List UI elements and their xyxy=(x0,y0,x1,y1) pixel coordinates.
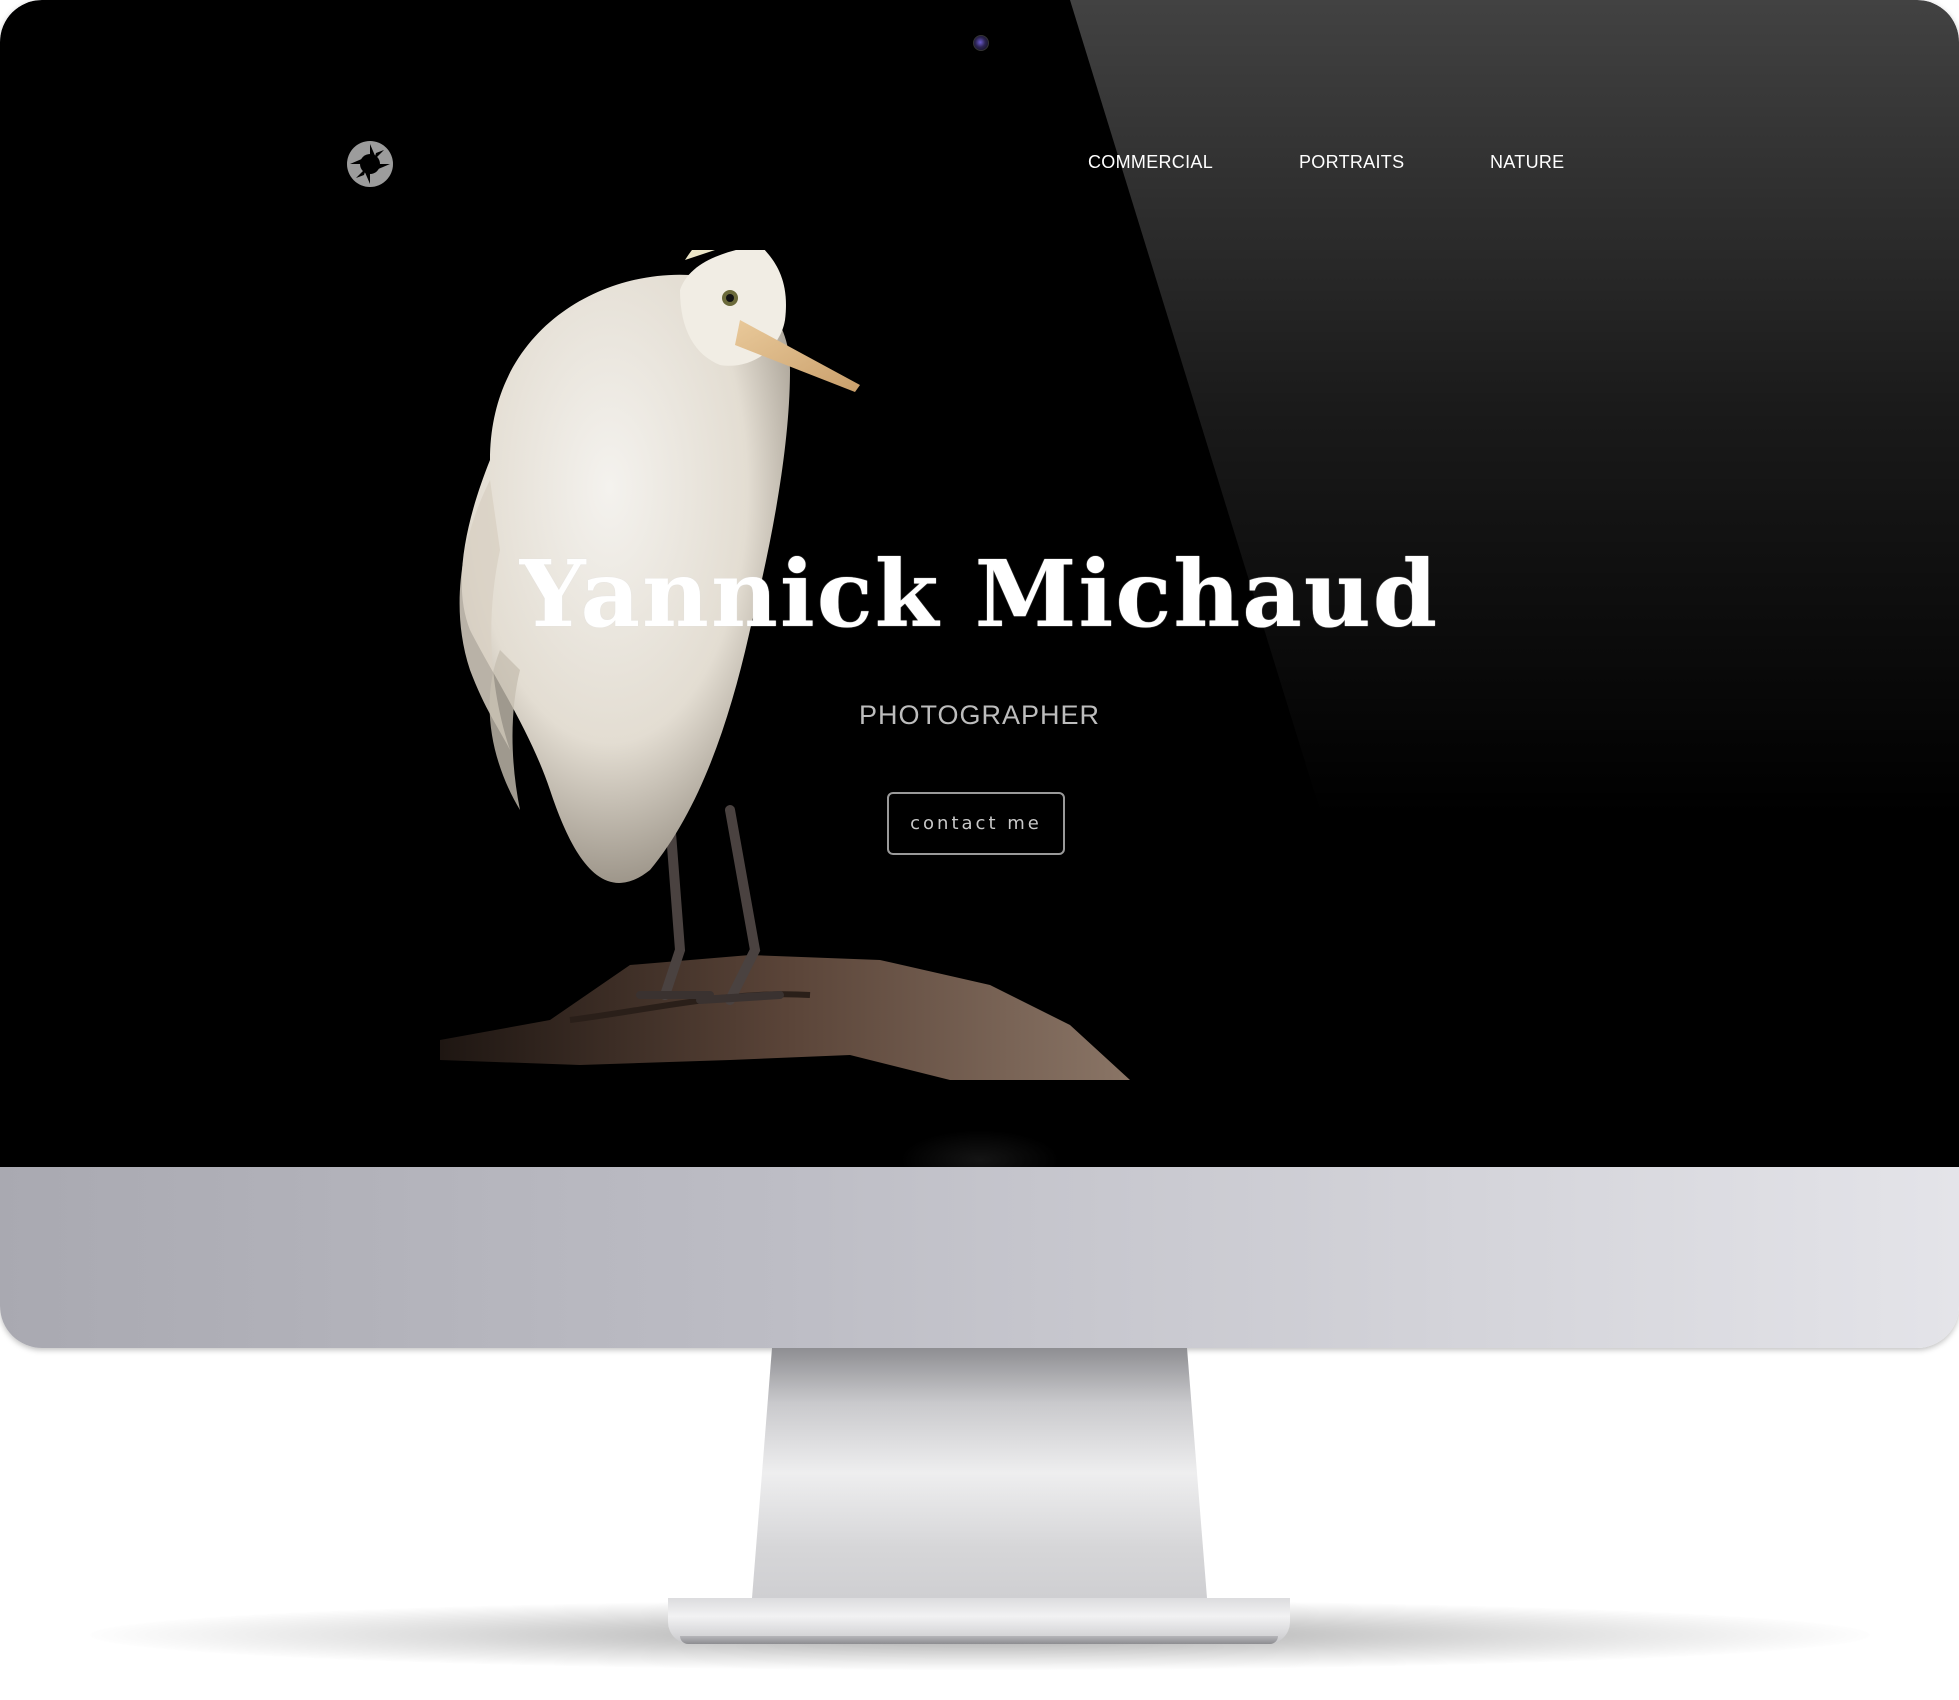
contact-button[interactable]: contact me xyxy=(887,792,1065,855)
monitor-stand-edge xyxy=(680,1636,1278,1644)
nav-commercial[interactable]: COMMERCIAL xyxy=(1088,152,1213,173)
hero-subtitle: PHOTOGRAPHER xyxy=(858,700,1101,730)
screen-reflection xyxy=(900,1130,1060,1167)
website-screen: COMMERCIAL PORTRAITS NATURE Yannick Mich… xyxy=(0,0,1959,1167)
monitor-stand xyxy=(752,1348,1207,1598)
mockup-stage: COMMERCIAL PORTRAITS NATURE Yannick Mich… xyxy=(0,0,1959,1700)
egret-photo xyxy=(440,250,1130,1080)
hero-title: Yannick Michaud xyxy=(519,540,1440,648)
main-nav: COMMERCIAL PORTRAITS NATURE xyxy=(0,152,1959,182)
nav-nature[interactable]: NATURE xyxy=(1490,152,1564,173)
webcam xyxy=(973,35,989,51)
nav-portraits[interactable]: PORTRAITS xyxy=(1299,152,1404,173)
monitor: COMMERCIAL PORTRAITS NATURE Yannick Mich… xyxy=(0,0,1959,1348)
